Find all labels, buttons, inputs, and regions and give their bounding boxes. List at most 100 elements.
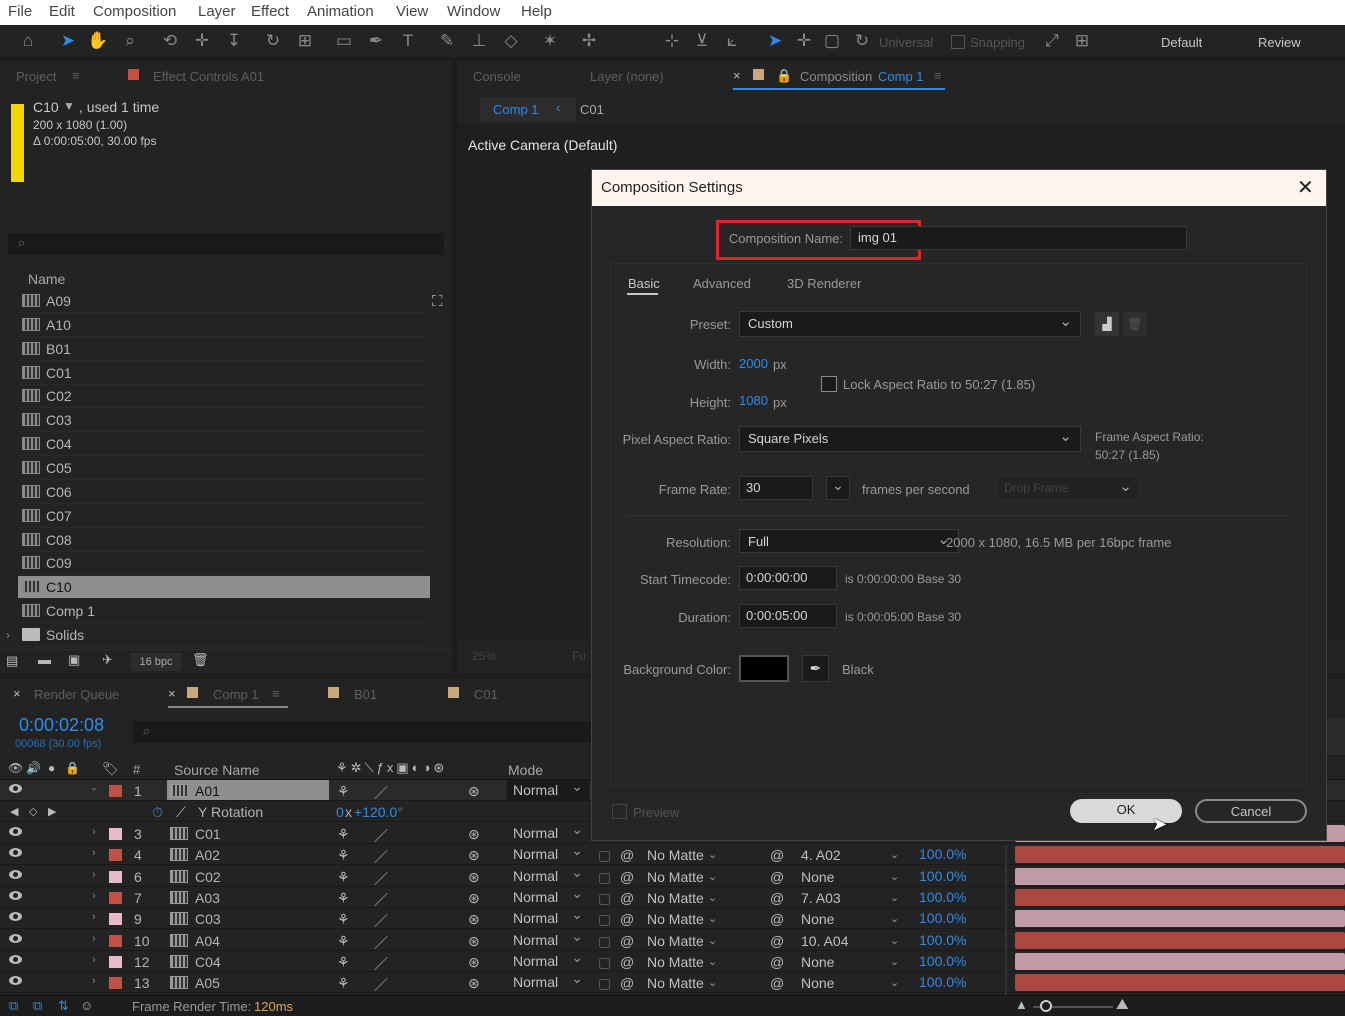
mode-column-header[interactable]: Mode [508,762,543,778]
universal-label[interactable]: Universal [879,35,933,50]
breadcrumb-comp[interactable]: Comp 1 ‹ [480,97,576,121]
number-column-header[interactable]: # [133,762,140,777]
current-timecode[interactable]: 0:00:02:08 [19,715,104,736]
track-matte-select[interactable]: No Matte [647,890,704,906]
pixel-aspect-select[interactable]: Square Pixels [739,426,1081,452]
source-name-header[interactable]: Source Name [174,762,260,778]
3d-layer-icon[interactable]: ⊛ [468,975,480,992]
start-timecode-input[interactable]: 0:00:00:00 [739,566,837,590]
layer-name[interactable]: A03 [195,890,220,906]
quality-switch-icon[interactable]: ／ [374,975,388,995]
twirl-closed-icon[interactable]: › [92,869,96,881]
property-value[interactable]: +120.0° [354,804,403,820]
menu-window[interactable]: Window [447,3,500,20]
preserve-transparency-checkbox[interactable]: ▢ [598,911,611,928]
layer-name[interactable]: A02 [195,847,220,863]
layer-label-color[interactable] [109,955,122,968]
layer-duration-bar[interactable] [1015,931,1345,949]
stretch-value[interactable]: 100.0% [919,910,966,926]
eye-column-icon[interactable]: 👁 [8,761,23,775]
shy-switch-icon[interactable]: ⚘ [337,954,350,971]
layer-row[interactable]: › 6 C02 ⚘ ／ ⊛ Normal ▢ @ No Matte ⌄ @ None ⌄ 100.0% [0,864,1345,889]
layer-mode-select[interactable]: Normal [507,864,589,886]
parent-select[interactable]: None [801,954,834,970]
layer-name-cell[interactable] [167,780,329,800]
preserve-transparency-checkbox[interactable]: ▢ [598,869,611,886]
delete-preset-icon[interactable]: 🗑 [1123,312,1147,336]
duration-input[interactable]: 0:00:05:00 [739,604,837,628]
layer-name[interactable]: A04 [195,933,220,949]
menu-edit[interactable]: Edit [49,3,75,20]
shy-switch-icon[interactable]: ⚘ [337,890,350,907]
workspace-review[interactable]: Review [1258,35,1301,50]
stretch-value[interactable]: 100.0% [919,889,966,905]
tab-basic[interactable]: Basic [628,276,660,291]
brush-tool-icon[interactable]: ✎ [435,29,459,53]
tab-layer[interactable]: Layer (none) [590,69,664,84]
layer-duration-bar[interactable] [1015,867,1345,885]
motion-blur-icon[interactable]: ☺ [80,998,93,1013]
interpret-footage-icon[interactable]: ▤ [6,653,18,669]
parent-select[interactable]: 4. A02 [801,847,841,863]
eye-icon[interactable] [9,869,22,879]
layer-duration-bar[interactable] [1015,910,1345,928]
selection-tool-icon[interactable]: ➤ [56,29,80,53]
track-matte-select[interactable]: No Matte [647,933,704,949]
menu-effect[interactable]: Effect [251,3,289,20]
preset-select[interactable]: Custom [739,311,1081,337]
eye-icon[interactable] [9,827,22,836]
zoom-tool-icon[interactable]: ⌕ [118,29,142,53]
stretch-value[interactable]: 100.0% [919,974,966,990]
frame-blend-icon[interactable]: ⇅ [58,998,69,1014]
shy-switch-icon[interactable]: ⚘ [337,826,350,843]
resolution-select[interactable]: Full [739,529,959,553]
height-value[interactable]: 1080 [739,393,768,408]
name-column-header[interactable]: Name [28,271,65,287]
preserve-transparency-checkbox[interactable]: ▢ [598,933,611,950]
track-matte-select[interactable]: No Matte [647,975,704,991]
3d-move-icon[interactable]: ✛ [792,29,816,53]
workspace-default[interactable]: Default [1161,35,1202,50]
tab-timeline-c01[interactable]: C01 [474,687,498,702]
shy-switch-icon[interactable]: ⚘ [337,783,350,800]
property-value-revolutions[interactable]: 0 [336,804,344,820]
rotation-tool-icon[interactable]: ↻ [261,29,285,53]
eraser-tool-icon[interactable]: ◇ [499,29,523,53]
frame-rate-dropdown-icon[interactable]: ⌄ [826,476,850,500]
cancel-button[interactable]: Cancel [1195,799,1307,823]
menu-file[interactable]: File [8,3,32,20]
layer-mode-select[interactable]: Normal [507,778,589,800]
layer-duration-bar[interactable] [1015,846,1345,864]
twirl-closed-icon[interactable]: › [92,911,96,923]
graph-icon[interactable]: ⟋ [176,804,186,821]
hand-tool-icon[interactable]: ✋ [86,29,110,53]
clone-stamp-icon[interactable]: ⊥ [467,29,491,53]
project-item[interactable]: C05 [18,457,430,480]
audio-column-icon[interactable]: 🔊 [26,761,41,775]
layer-mode-select[interactable]: Normal [507,842,589,864]
layer-row[interactable]: › 13 A05 ⚘ ／ ⊛ Normal ▢ @ No Matte ⌄ @ None ⌄ 100.0% [0,970,1345,995]
close-icon[interactable]: × [168,686,176,701]
3d-rotate-icon[interactable]: ↻ [850,29,874,53]
layer-row[interactable]: › 9 C03 ⚘ ／ ⊛ Normal ▢ @ No Matte ⌄ @ None ⌄ 100.0% [0,906,1345,930]
tab-3d-renderer[interactable]: 3D Renderer [787,276,861,291]
panel-menu-icon[interactable]: ≡ [934,68,942,83]
twirl-closed-icon[interactable]: › [92,975,96,987]
parent-select[interactable]: None [801,911,834,927]
tab-render-queue[interactable]: Render Queue [34,687,119,702]
track-matte-pickwhip-icon[interactable]: @ [620,933,634,949]
close-icon[interactable]: × [733,68,741,83]
quality-switch-icon[interactable]: ／ [374,869,388,889]
quality-switch-icon[interactable]: ／ [374,890,388,910]
layer-mode-select[interactable]: Normal [507,821,589,843]
3d-layer-icon[interactable]: ⊛ [468,847,480,864]
track-matte-pickwhip-icon[interactable]: @ [620,847,634,863]
snapping-checkbox[interactable] [951,35,965,49]
shy-switch-icon[interactable]: ⚘ [337,933,350,950]
parent-select[interactable]: None [801,869,834,885]
quality-switch-icon[interactable]: ／ [374,933,388,953]
track-matte-pickwhip-icon[interactable]: @ [620,954,634,970]
save-preset-icon[interactable]: ▟ [1095,312,1119,336]
tab-timeline-comp1[interactable]: Comp 1 [213,687,259,702]
layer-label-color[interactable] [109,977,122,990]
